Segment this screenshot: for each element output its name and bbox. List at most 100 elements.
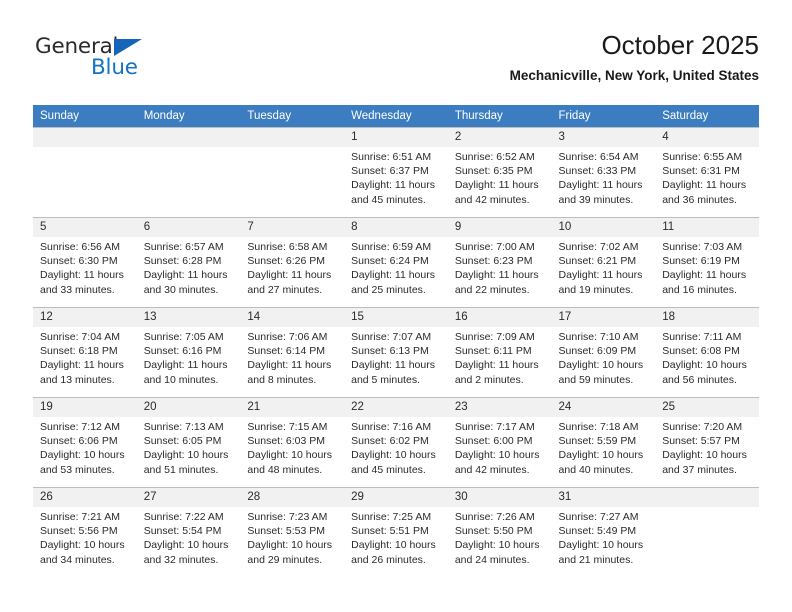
calendar-day-cell[interactable]: 22 Sunrise: 7:16 AM Sunset: 6:02 PM Dayligh… bbox=[344, 397, 448, 488]
calendar-day-cell[interactable]: 11 Sunrise: 7:03 AM Sunset: 6:19 PM Dayligh… bbox=[655, 217, 759, 308]
sunset-text: Sunset: 5:57 PM bbox=[662, 435, 740, 448]
calendar-day-cell[interactable]: 4 Sunrise: 6:55 AM Sunset: 6:31 PM Daylight… bbox=[655, 127, 759, 218]
calendar-day-cell[interactable]: 8 Sunrise: 6:59 AM Sunset: 6:24 PM Daylight… bbox=[344, 217, 448, 308]
day-number: 15 bbox=[344, 308, 448, 327]
calendar-day-cell[interactable]: 19 Sunrise: 7:12 AM Sunset: 6:06 PM Dayligh… bbox=[33, 397, 137, 488]
day-details: Sunrise: 6:51 AM Sunset: 6:37 PM Daylight:… bbox=[344, 147, 448, 207]
sunset-text: Sunset: 5:56 PM bbox=[40, 525, 118, 538]
daylight-text-line1: Daylight: 11 hours bbox=[558, 269, 643, 282]
sunrise-text: Sunrise: 7:10 AM bbox=[558, 331, 639, 343]
day-details: Sunrise: 7:25 AM Sunset: 5:51 PM Daylight:… bbox=[344, 507, 448, 567]
calendar-day-cell[interactable]: 2 Sunrise: 6:52 AM Sunset: 6:35 PM Daylight… bbox=[447, 127, 552, 218]
calendar-day-cell[interactable]: 24 Sunrise: 7:18 AM Sunset: 5:59 PM Dayligh… bbox=[551, 397, 656, 488]
calendar-day-cell[interactable]: 23 Sunrise: 7:17 AM Sunset: 6:00 PM Dayligh… bbox=[447, 397, 552, 488]
calendar-day-cell[interactable]: 27 Sunrise: 7:22 AM Sunset: 5:54 PM Dayligh… bbox=[136, 487, 241, 578]
sunrise-text: Sunrise: 7:15 AM bbox=[247, 421, 328, 433]
daylight-text-line1: Daylight: 11 hours bbox=[662, 179, 747, 192]
calendar-day-cell-empty bbox=[655, 487, 759, 578]
calendar-day-cell[interactable]: 16 Sunrise: 7:09 AM Sunset: 6:11 PM Dayligh… bbox=[447, 307, 552, 398]
calendar-week-row: 12 Sunrise: 7:04 AM Sunset: 6:18 PM Dayligh… bbox=[33, 307, 759, 398]
calendar-day-cell[interactable]: 12 Sunrise: 7:04 AM Sunset: 6:18 PM Dayligh… bbox=[33, 307, 137, 398]
calendar-day-cell[interactable]: 31 Sunrise: 7:27 AM Sunset: 5:49 PM Dayligh… bbox=[551, 487, 656, 578]
daylight-text-line2: and 37 minutes. bbox=[662, 463, 737, 476]
day-details: Sunrise: 7:20 AM Sunset: 5:57 PM Daylight:… bbox=[655, 417, 759, 477]
daylight-text-line2: and 40 minutes. bbox=[558, 463, 634, 476]
daylight-text-line2: and 45 minutes. bbox=[351, 463, 426, 476]
calendar-day-cell[interactable]: 1 Sunrise: 6:51 AM Sunset: 6:37 PM Daylight… bbox=[344, 127, 448, 218]
sunrise-sunset-calendar: Sunday Monday Tuesday Wednesday Thursday… bbox=[33, 105, 759, 578]
calendar-day-cell[interactable]: 17 Sunrise: 7:10 AM Sunset: 6:09 PM Dayligh… bbox=[551, 307, 656, 398]
day-number: 30 bbox=[447, 488, 552, 507]
daylight-text-line1: Daylight: 11 hours bbox=[351, 359, 435, 372]
day-number: 19 bbox=[33, 398, 137, 417]
daylight-text-line2: and 59 minutes. bbox=[558, 373, 634, 386]
calendar-day-cell[interactable]: 10 Sunrise: 7:02 AM Sunset: 6:21 PM Dayligh… bbox=[551, 217, 656, 308]
daylight-text-line2: and 45 minutes. bbox=[351, 193, 426, 206]
daylight-text-line1: Daylight: 11 hours bbox=[247, 269, 332, 282]
daylight-text-line2: and 39 minutes. bbox=[558, 193, 634, 206]
day-details: Sunrise: 7:21 AM Sunset: 5:56 PM Daylight:… bbox=[33, 507, 137, 567]
sunset-text: Sunset: 6:05 PM bbox=[143, 435, 222, 448]
calendar-day-cell[interactable]: 13 Sunrise: 7:05 AM Sunset: 6:16 PM Dayligh… bbox=[136, 307, 241, 398]
sunrise-text: Sunrise: 7:22 AM bbox=[143, 511, 224, 523]
sunrise-text: Sunrise: 7:21 AM bbox=[40, 511, 120, 523]
calendar-day-cell-empty bbox=[240, 127, 345, 218]
calendar-day-cell[interactable]: 7 Sunrise: 6:58 AM Sunset: 6:26 PM Daylight… bbox=[240, 217, 345, 308]
generalblue-logo[interactable]: General Blue bbox=[33, 34, 213, 90]
day-number: 14 bbox=[240, 308, 345, 327]
calendar-day-cell[interactable]: 30 Sunrise: 7:26 AM Sunset: 5:50 PM Dayligh… bbox=[447, 487, 552, 578]
calendar-day-cell[interactable]: 18 Sunrise: 7:11 AM Sunset: 6:08 PM Dayligh… bbox=[655, 307, 759, 398]
sunset-text: Sunset: 6:13 PM bbox=[351, 345, 429, 358]
sunrise-text: Sunrise: 6:59 AM bbox=[351, 241, 432, 253]
day-details: Sunrise: 7:15 AM Sunset: 6:03 PM Daylight:… bbox=[240, 417, 344, 477]
daylight-text-line2: and 2 minutes. bbox=[454, 373, 524, 386]
calendar-day-cell[interactable]: 21 Sunrise: 7:15 AM Sunset: 6:03 PM Dayligh… bbox=[240, 397, 345, 488]
day-number-strip bbox=[136, 128, 241, 147]
day-details: Sunrise: 6:58 AM Sunset: 6:26 PM Daylight:… bbox=[240, 237, 344, 297]
calendar-day-cell[interactable]: 26 Sunrise: 7:21 AM Sunset: 5:56 PM Dayligh… bbox=[33, 487, 137, 578]
day-number: 5 bbox=[33, 218, 137, 237]
day-details: Sunrise: 7:05 AM Sunset: 6:16 PM Daylight:… bbox=[137, 327, 241, 387]
day-details: Sunrise: 7:27 AM Sunset: 5:49 PM Daylight:… bbox=[552, 507, 656, 567]
calendar-day-cell[interactable]: 28 Sunrise: 7:23 AM Sunset: 5:53 PM Dayligh… bbox=[240, 487, 345, 578]
sunset-text: Sunset: 5:51 PM bbox=[351, 525, 429, 538]
calendar-day-cell[interactable]: 3 Sunrise: 6:54 AM Sunset: 6:33 PM Daylight… bbox=[551, 127, 656, 218]
sunrise-text: Sunrise: 7:04 AM bbox=[40, 331, 120, 343]
calendar-day-cell[interactable]: 15 Sunrise: 7:07 AM Sunset: 6:13 PM Dayligh… bbox=[344, 307, 448, 398]
daylight-text-line1: Daylight: 10 hours bbox=[247, 449, 333, 462]
calendar-day-cell[interactable]: 29 Sunrise: 7:25 AM Sunset: 5:51 PM Dayligh… bbox=[344, 487, 448, 578]
calendar-day-cell[interactable]: 5 Sunrise: 6:56 AM Sunset: 6:30 PM Daylight… bbox=[33, 217, 137, 308]
daylight-text-line1: Daylight: 11 hours bbox=[247, 359, 332, 372]
daylight-text-line2: and 32 minutes. bbox=[143, 553, 219, 566]
sunset-text: Sunset: 6:21 PM bbox=[558, 255, 637, 268]
title-block: October 2025 Mechanicville, New York, Un… bbox=[510, 28, 759, 87]
day-number-strip bbox=[655, 488, 759, 507]
calendar-day-cell[interactable]: 25 Sunrise: 7:20 AM Sunset: 5:57 PM Dayligh… bbox=[655, 397, 759, 488]
calendar-day-cell[interactable]: 20 Sunrise: 7:13 AM Sunset: 6:05 PM Dayligh… bbox=[136, 397, 241, 488]
calendar-week-row: 5 Sunrise: 6:56 AM Sunset: 6:30 PM Daylight… bbox=[33, 217, 759, 308]
daylight-text-line2: and 42 minutes. bbox=[454, 463, 530, 476]
sunrise-text: Sunrise: 6:55 AM bbox=[662, 151, 743, 163]
sunrise-text: Sunrise: 7:00 AM bbox=[454, 241, 535, 253]
day-number: 26 bbox=[33, 488, 137, 507]
daylight-text-line2: and 56 minutes. bbox=[662, 373, 737, 386]
calendar-day-cell[interactable]: 6 Sunrise: 6:57 AM Sunset: 6:28 PM Daylight… bbox=[136, 217, 241, 308]
sunrise-text: Sunrise: 7:02 AM bbox=[558, 241, 639, 253]
day-number: 9 bbox=[447, 218, 552, 237]
daylight-text-line2: and 22 minutes. bbox=[454, 283, 530, 296]
daylight-text-line1: Daylight: 11 hours bbox=[454, 179, 539, 192]
daylight-text-line1: Daylight: 10 hours bbox=[558, 449, 644, 462]
daylight-text-line1: Daylight: 10 hours bbox=[143, 539, 229, 552]
sunrise-text: Sunrise: 6:51 AM bbox=[351, 151, 432, 163]
calendar-page: General Blue October 2025 Mechanicville,… bbox=[0, 0, 792, 612]
daylight-text-line2: and 5 minutes. bbox=[351, 373, 420, 386]
day-details: Sunrise: 7:16 AM Sunset: 6:02 PM Daylight:… bbox=[344, 417, 448, 477]
calendar-day-cell[interactable]: 9 Sunrise: 7:00 AM Sunset: 6:23 PM Daylight… bbox=[447, 217, 552, 308]
day-number: 23 bbox=[447, 398, 552, 417]
calendar-day-cell[interactable]: 14 Sunrise: 7:06 AM Sunset: 6:14 PM Dayligh… bbox=[240, 307, 345, 398]
daylight-text-line2: and 24 minutes. bbox=[454, 553, 530, 566]
day-number: 13 bbox=[136, 308, 241, 327]
daylight-text-line2: and 27 minutes. bbox=[247, 283, 323, 296]
daylight-text-line2: and 33 minutes. bbox=[40, 283, 115, 296]
sunset-text: Sunset: 6:23 PM bbox=[454, 255, 533, 268]
